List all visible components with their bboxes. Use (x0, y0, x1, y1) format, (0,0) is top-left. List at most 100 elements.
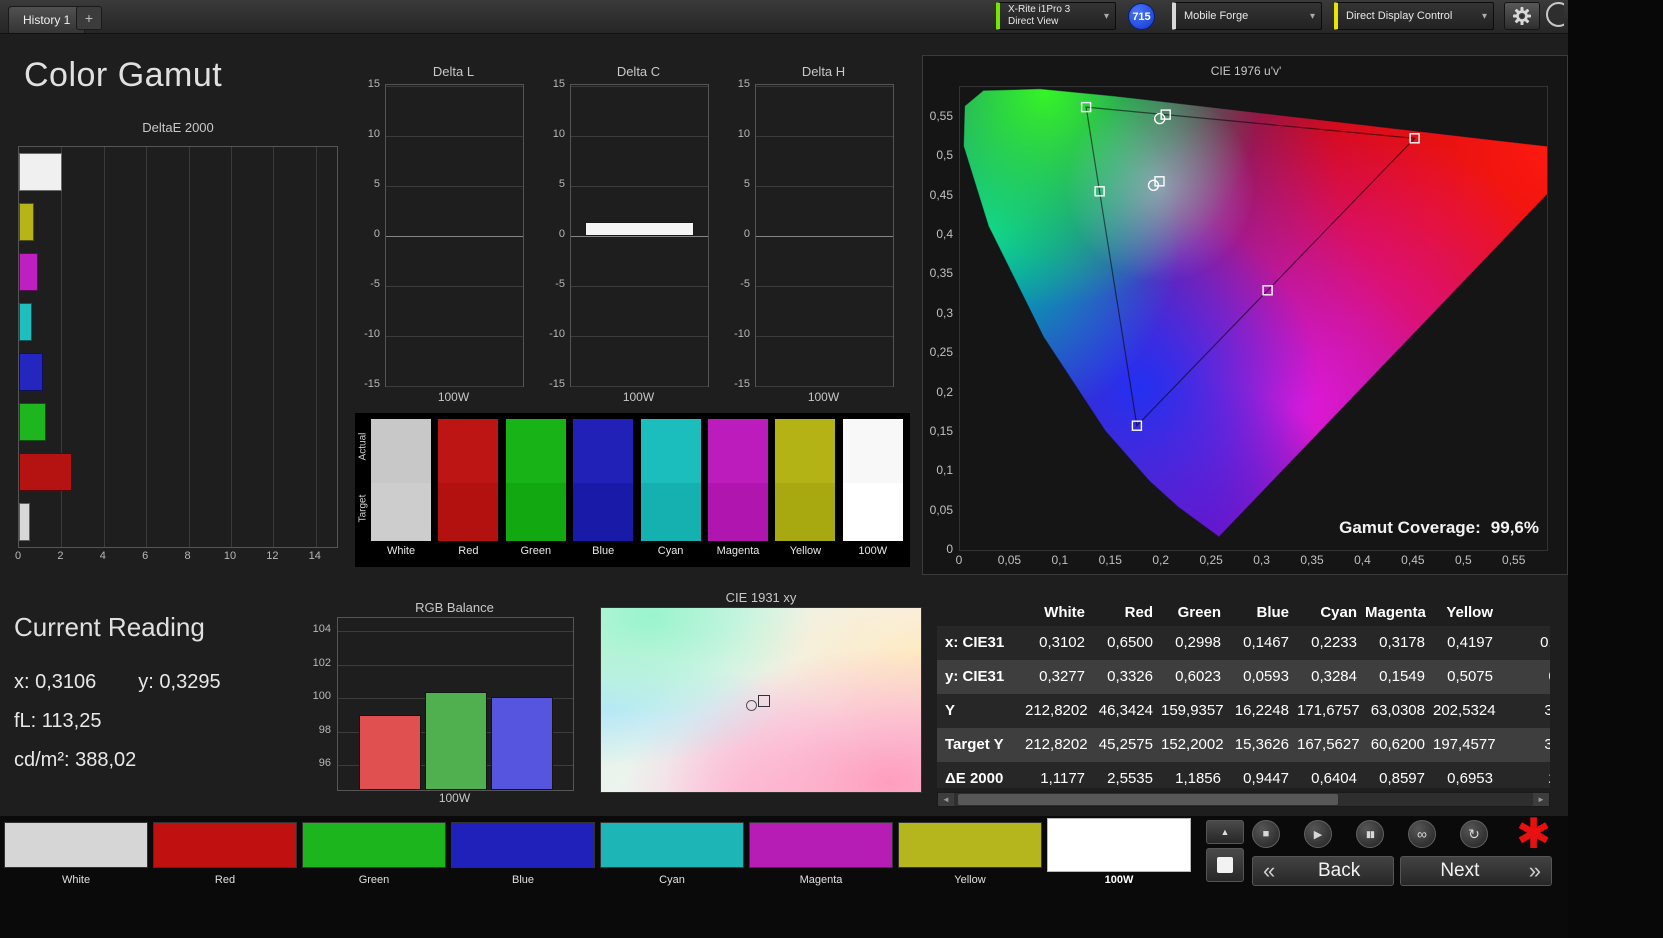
plot-area (385, 84, 524, 387)
deltae-bar-green (19, 403, 46, 441)
notification-asterisk-icon[interactable]: ✱ (1516, 810, 1551, 858)
axis-tick-label: 0,35 (929, 266, 953, 281)
table-cell: 197,4577 (1433, 736, 1496, 753)
axis-tick-label: 0,35 (1300, 553, 1324, 567)
deltae-2000-chart: DeltaE 2000 0 2 4 6 8 10 12 14 (15, 120, 338, 570)
swatch-column-magenta: Magenta (708, 413, 768, 567)
pattern-swatch-blue[interactable] (451, 822, 595, 868)
table-cell: 16,2248 (1234, 702, 1289, 719)
rgb-bar-blue (491, 697, 553, 790)
back-label: Back (1318, 860, 1361, 881)
play-button[interactable]: ▶ (1304, 820, 1332, 848)
table-scrollbar[interactable]: ◄ ► (937, 792, 1550, 807)
y-axis: 15 10 5 0 -5 -10 -15 (730, 78, 752, 390)
table-cell: 0,2233 (1311, 634, 1357, 651)
x-axis-label: 100W (437, 390, 470, 404)
window-mode-button[interactable] (1206, 848, 1244, 882)
pattern-swatch-label: Magenta (799, 874, 843, 886)
axis-tick-label: 0,4 (936, 227, 953, 242)
pattern-swatch-green[interactable] (302, 822, 446, 868)
table-cell: 0,3102 (1039, 634, 1085, 651)
actual-swatch (775, 419, 836, 483)
axis-tick-label: 4 (99, 550, 106, 562)
axis-tick-label: 14 (308, 550, 321, 562)
swatch-label: Red (458, 545, 479, 557)
tab-history-1[interactable]: History 1 (8, 6, 86, 33)
scroll-left-icon[interactable]: ◄ (938, 793, 954, 806)
pattern-swatch-yellow[interactable] (898, 822, 1042, 868)
status-badge[interactable]: 715 (1128, 3, 1155, 30)
clipped-profile-button[interactable] (1546, 2, 1564, 31)
gridline (231, 147, 232, 547)
pattern-source-dropdown[interactable]: Mobile Forge ▾ (1172, 2, 1322, 30)
chevron-down-icon: ▾ (1309, 10, 1315, 22)
pause-button[interactable]: ▮▮ (1356, 820, 1384, 848)
gridline (571, 85, 708, 87)
gridline (571, 135, 708, 137)
stop-button[interactable]: ■ (1252, 820, 1280, 848)
table-row: y: CIE31 0,3277 0,3326 0,6023 0,0593 0,3284 0,… (937, 660, 1550, 694)
table-cell: 212,8202 (1025, 736, 1088, 753)
gridline (103, 147, 105, 547)
gridline (756, 185, 893, 187)
actual-swatch (640, 419, 701, 483)
gridline (386, 85, 523, 87)
collapse-button[interactable]: ▲ (1206, 820, 1244, 844)
gridline (188, 147, 190, 547)
table-header-row: White Red Green Blue Cyan Magenta Yellow (937, 600, 1550, 626)
gamut-coverage-value: 99,6% (1490, 518, 1539, 537)
refresh-button[interactable]: ↻ (1460, 820, 1488, 848)
table-cell: 0, (1501, 660, 1550, 694)
gridline (386, 185, 523, 187)
axis-tick-label: 0,5 (1454, 553, 1472, 567)
reading-y: y: 0,3295 (138, 671, 221, 693)
next-label: Next (1440, 860, 1480, 881)
plot-area (570, 84, 709, 387)
next-button[interactable]: Next » (1400, 856, 1552, 886)
pattern-swatch-label: Green (358, 874, 390, 886)
gridline (273, 147, 275, 547)
table-row: x: CIE31 0,3102 0,6500 0,2998 0,1467 0,2233 0,… (937, 626, 1550, 660)
axis-tick-label: 10 (223, 550, 237, 562)
axis-tick-label: 0,55 (929, 108, 953, 123)
table-cell: 38 (1544, 702, 1550, 719)
gridline (571, 185, 708, 187)
table-cell: 0,3326 (1107, 668, 1153, 685)
swatch-label: Cyan (657, 545, 684, 557)
chart-title: Delta C (616, 64, 661, 79)
pattern-swatch-cyan[interactable] (600, 822, 744, 868)
display-control-label: Direct Display Control (1346, 9, 1453, 22)
top-bar: History 1 + X-Rite i1Pro 3 Direct View ▾… (0, 0, 1568, 34)
meter-dropdown[interactable]: X-Rite i1Pro 3 Direct View ▾ (996, 2, 1116, 30)
gridline (756, 135, 893, 137)
swatch-column-cyan: Cyan (640, 413, 701, 567)
y-axis: 0,55 0,5 0,45 0,4 0,35 0,3 0,25 0,2 0,15 0,1 0,05 0 (923, 56, 956, 576)
cie-1976-panel: CIE 1976 u'v' 0,55 0,5 0,45 0,4 0,35 0,3 0,25 0… (922, 55, 1590, 576)
up-arrow-icon: ▲ (1220, 827, 1230, 837)
display-control-dropdown[interactable]: Direct Display Control ▾ (1334, 2, 1494, 30)
current-reading-title: Current Reading (14, 612, 205, 642)
axis-tick-label: -5 (740, 277, 750, 290)
back-button[interactable]: « Back (1252, 856, 1394, 886)
settings-button[interactable] (1504, 2, 1540, 30)
axis-tick-label: 0,55 (1502, 553, 1526, 567)
axis-tick-label: -10 (734, 327, 750, 340)
y-axis: 15 10 5 0 -5 -10 -15 (360, 78, 382, 390)
continuous-read-button[interactable]: ∞ (1408, 820, 1436, 848)
gridline (571, 335, 708, 337)
column-header: Yellow (1446, 604, 1493, 621)
chart-title: DeltaE 2000 (142, 120, 214, 135)
scroll-right-icon[interactable]: ► (1533, 793, 1549, 806)
swatch-label: Yellow (789, 545, 822, 557)
scrollbar-thumb[interactable] (958, 794, 1338, 805)
delta-bar (584, 221, 695, 236)
axis-tick-label: -5 (555, 277, 565, 290)
pattern-swatch-magenta[interactable] (749, 822, 893, 868)
add-tab-button[interactable]: + (76, 6, 102, 30)
reading-point-marker (746, 700, 757, 711)
pattern-swatch-label: Yellow (954, 874, 986, 886)
pattern-swatch-red[interactable] (153, 822, 297, 868)
table-row: Target Y 212,8202 45,2575 152,2002 15,3626 16… (937, 728, 1550, 762)
pattern-swatch-100w[interactable] (1047, 818, 1191, 872)
pattern-swatch-white[interactable] (4, 822, 148, 868)
